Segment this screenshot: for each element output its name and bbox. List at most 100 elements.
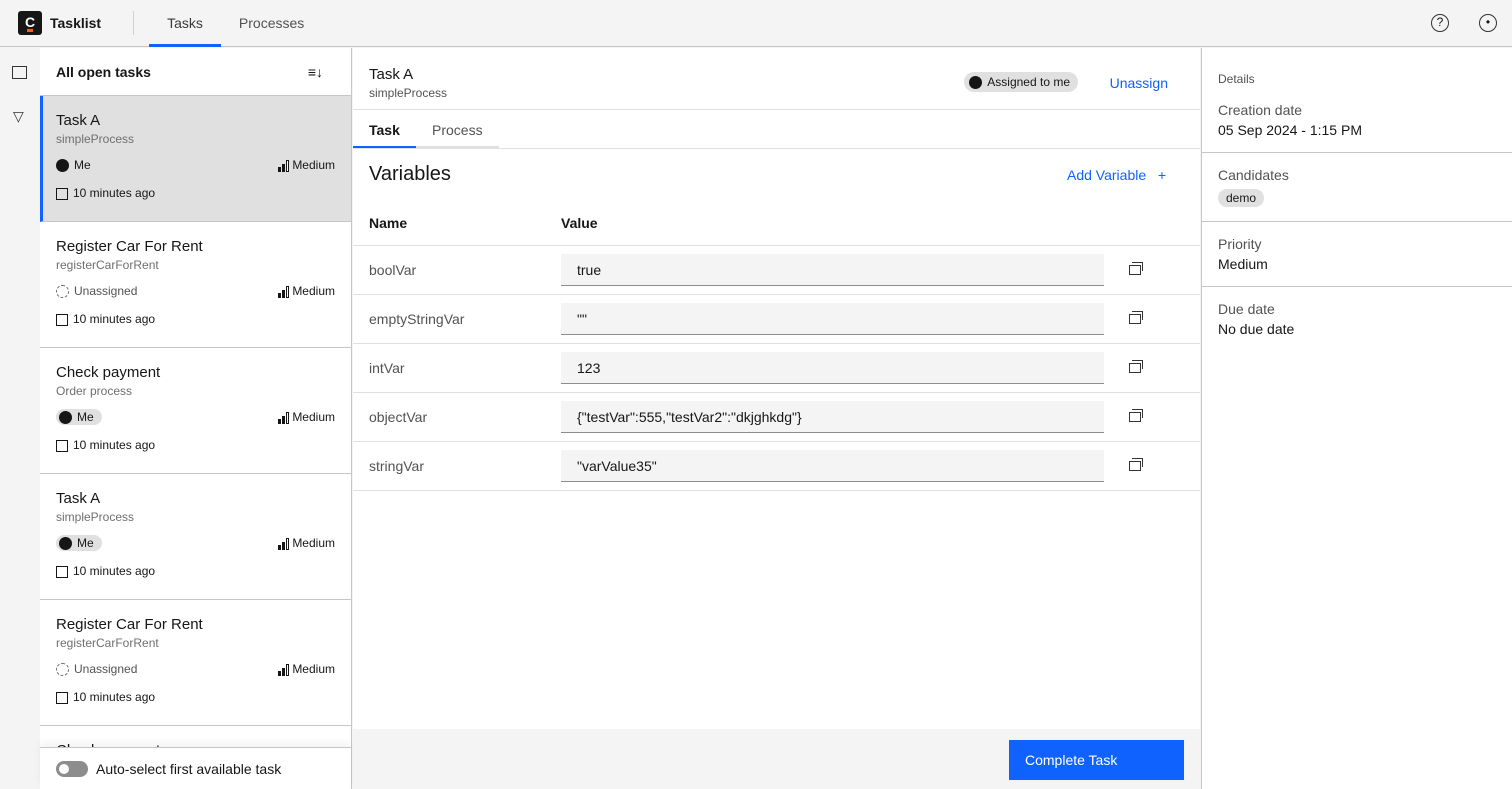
open-editor-icon[interactable] — [1129, 262, 1143, 275]
details-panel: Details Creation date 05 Sep 2024 - 1:15 … — [1201, 48, 1512, 789]
unassign-button[interactable]: Unassign — [1110, 75, 1168, 91]
priority-medium-icon — [278, 537, 290, 550]
task-process: registerCarForRent — [56, 258, 159, 272]
variable-value-field[interactable]: {"testVar":555,"testVar2":"dkjghkdg"} — [561, 401, 1104, 433]
creation-date-label: Creation date — [1218, 102, 1303, 118]
auto-select-footer: Auto-select first available task — [40, 747, 351, 789]
tab-process[interactable]: Process — [416, 110, 499, 148]
nav-tab-processes[interactable]: Processes — [221, 0, 322, 47]
assignee-label: Unassigned — [74, 662, 138, 676]
priority-label: Medium — [292, 662, 335, 676]
due-date-label: Due date — [1218, 301, 1275, 317]
task-name: Register Car For Rent — [56, 616, 203, 633]
task-list: All open tasks ≡↓ Task A simpleProcess Me … — [40, 48, 352, 789]
auto-select-label: Auto-select first available task — [96, 760, 282, 777]
sort-icon[interactable]: ≡↓ — [308, 64, 323, 80]
priority-label: Priority — [1218, 236, 1262, 252]
variable-row: intVar 123 — [353, 344, 1200, 393]
priority: Medium — [278, 536, 335, 550]
priority-label: Medium — [292, 158, 335, 172]
tab-task[interactable]: Task — [353, 110, 416, 148]
task-name: Register Car For Rent — [56, 238, 203, 255]
calendar-icon — [56, 439, 68, 452]
assignee: Me — [56, 409, 102, 425]
variable-name: emptyStringVar — [369, 311, 465, 327]
task-name: Check payment — [56, 364, 161, 381]
priority-value: Medium — [1218, 256, 1268, 272]
task-name: Task A — [56, 490, 101, 507]
created-time: 10 minutes ago — [73, 564, 156, 578]
open-editor-icon[interactable] — [1129, 311, 1143, 324]
candidates-label: Candidates — [1218, 167, 1289, 183]
variable-row: stringVar "varValue35" — [353, 442, 1200, 491]
task-card[interactable]: Register Car For Rent registerCarForRent … — [40, 600, 351, 726]
variable-name: stringVar — [369, 458, 424, 474]
details-heading: Details — [1218, 72, 1255, 86]
task-card[interactable]: Check payment Order process Me Medium 10 … — [40, 348, 351, 474]
assignee: Me — [56, 535, 102, 551]
variable-value-field[interactable]: true — [561, 254, 1104, 286]
calendar-icon — [56, 691, 68, 704]
nav-tab-tasks[interactable]: Tasks — [149, 0, 221, 47]
due-date: No due date — [1218, 321, 1295, 337]
variable-value-field[interactable]: "varValue35" — [561, 450, 1104, 482]
task-detail: Task A simpleProcess Assigned to me Unas… — [353, 48, 1200, 789]
variable-value-field[interactable]: 123 — [561, 352, 1104, 384]
priority-medium-icon — [278, 663, 290, 676]
help-icon[interactable]: ? — [1431, 14, 1449, 32]
plus-icon: + — [1157, 166, 1166, 183]
assignee-label: Me — [74, 158, 91, 172]
variable-row: objectVar {"testVar":555,"testVar2":"dkjg… — [353, 393, 1200, 442]
open-editor-icon[interactable] — [1129, 458, 1143, 471]
assignee: Unassigned — [56, 284, 137, 298]
user-profile-icon[interactable]: • — [1479, 14, 1497, 32]
variables-heading: Variables — [369, 163, 451, 185]
task-card[interactable]: Register Car For Rent registerCarForRent … — [40, 222, 351, 348]
unassigned-icon — [56, 284, 69, 298]
open-editor-icon[interactable] — [1129, 409, 1143, 422]
priority: Medium — [278, 662, 335, 676]
variable-name: intVar — [369, 360, 405, 376]
assignee-label: Unassigned — [74, 284, 138, 298]
open-editor-icon[interactable] — [1129, 360, 1143, 373]
add-variable-label: Add Variable — [1067, 166, 1147, 183]
variable-name: objectVar — [369, 409, 428, 425]
filter-icon[interactable]: ▽ — [13, 108, 24, 125]
assignee: Unassigned — [56, 662, 137, 676]
auto-select-toggle[interactable] — [56, 760, 88, 777]
candidate-tag: demo — [1218, 189, 1265, 207]
task-process: registerCarForRent — [56, 636, 159, 650]
calendar-icon — [56, 565, 68, 578]
unassigned-icon — [56, 662, 69, 676]
divider — [133, 11, 135, 35]
variable-row: boolVar true — [353, 246, 1200, 295]
variable-row: emptyStringVar "" — [353, 295, 1200, 344]
camunda-logo: C — [18, 11, 42, 35]
priority-label: Medium — [292, 410, 335, 424]
priority-medium-icon — [278, 411, 290, 424]
priority: Medium — [278, 284, 335, 298]
created-time: 10 minutes ago — [73, 690, 156, 704]
priority-medium-icon — [278, 285, 290, 298]
assignee: Me — [56, 158, 91, 172]
priority-label: Medium — [292, 536, 335, 550]
calendar-icon — [56, 313, 68, 326]
assigned-label: Assigned to me — [987, 75, 1070, 89]
task-card[interactable]: Task A simpleProcess Me Medium 10 minutes… — [40, 474, 351, 600]
task-process: simpleProcess — [56, 510, 135, 524]
task-card[interactable]: Task A simpleProcess Me Medium 10 minutes… — [40, 96, 351, 222]
priority: Medium — [278, 410, 335, 424]
created-time: 10 minutes ago — [73, 438, 156, 452]
variable-value-field[interactable]: "" — [561, 303, 1104, 335]
user-icon — [59, 536, 72, 550]
task-process: Order process — [56, 384, 133, 398]
task-name: Task A — [56, 112, 101, 129]
app-name[interactable]: Tasklist — [50, 15, 101, 31]
complete-task-button[interactable]: Complete Task — [1009, 740, 1184, 780]
add-variable-button[interactable]: Add Variable + — [1067, 167, 1166, 183]
user-icon — [56, 158, 69, 172]
user-icon — [59, 410, 72, 424]
expand-panel-icon[interactable] — [12, 66, 27, 79]
assignee-label: Me — [77, 410, 94, 424]
column-value: Value — [561, 214, 598, 231]
